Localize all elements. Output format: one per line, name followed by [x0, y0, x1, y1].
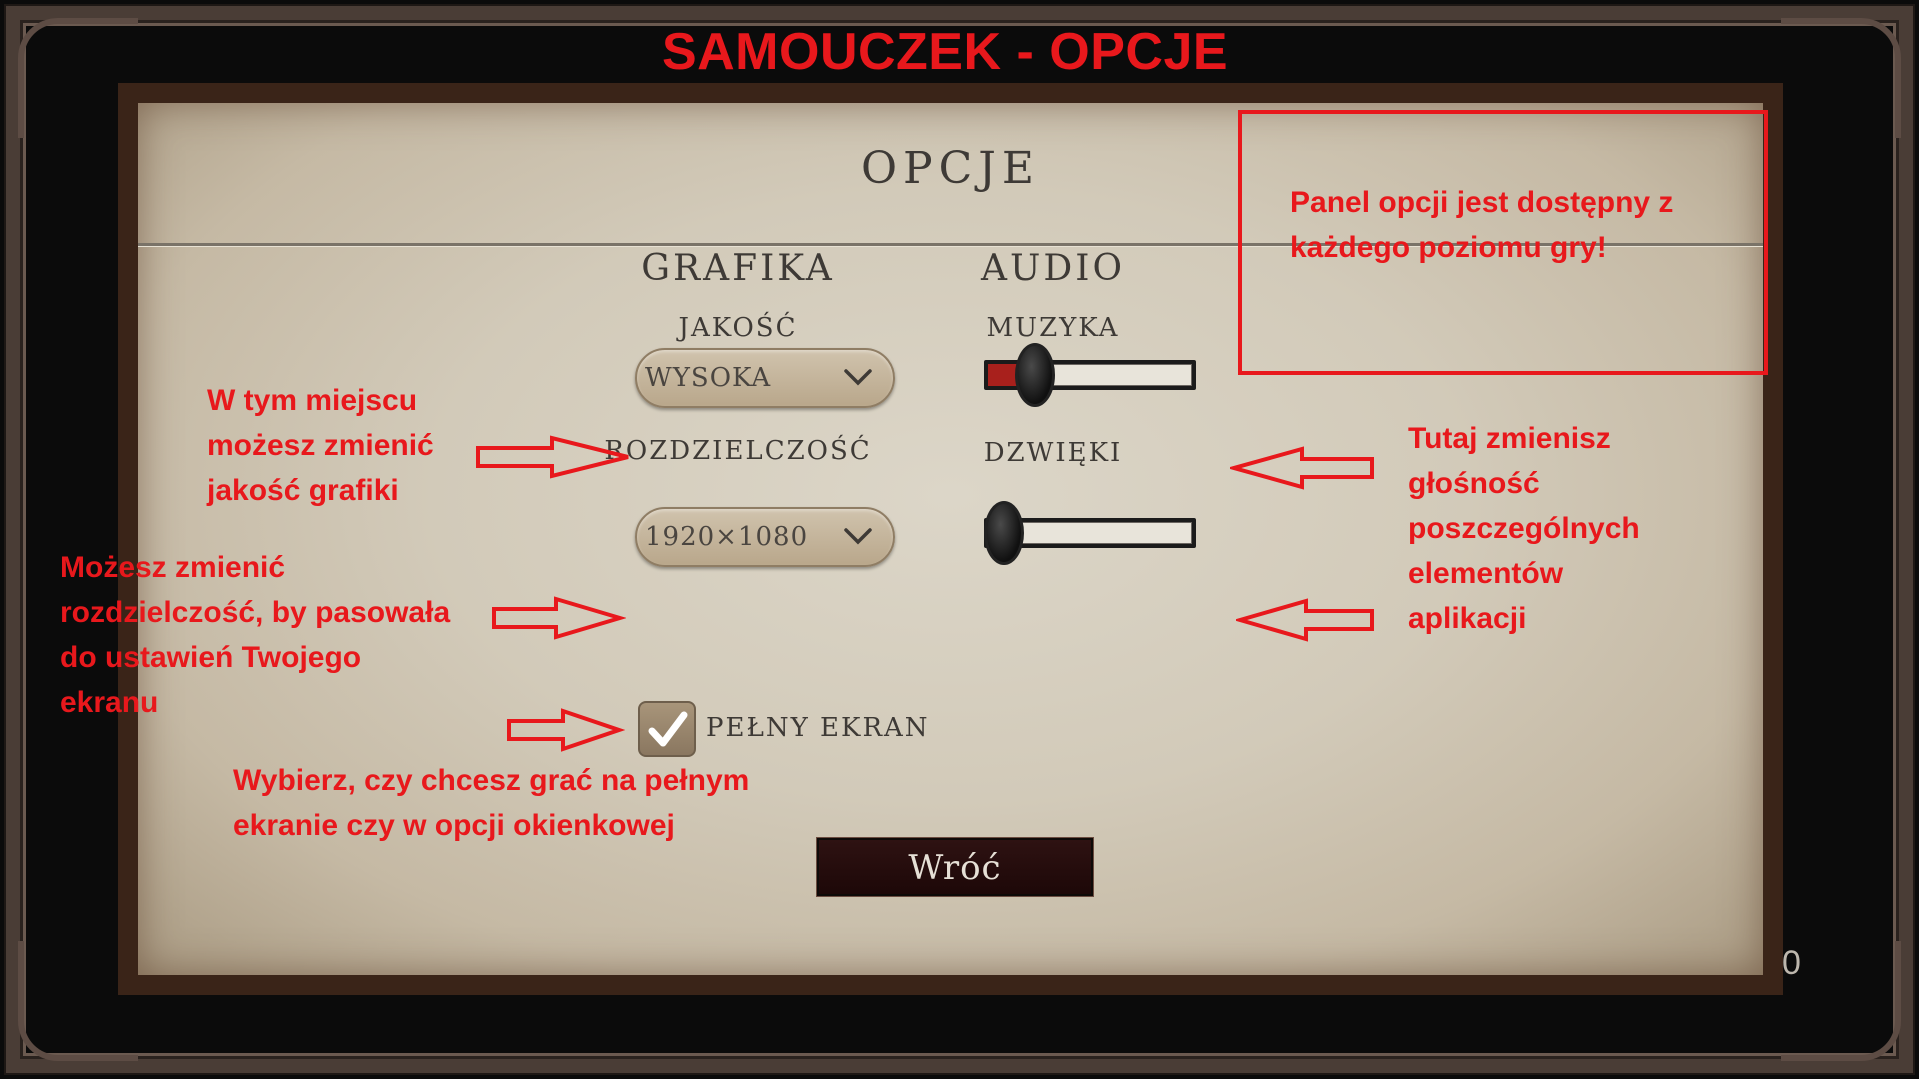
quality-value: WYSOKA	[645, 363, 772, 393]
checkmark-icon	[648, 711, 688, 747]
chevron-down-icon	[844, 528, 872, 545]
resolution-value: 1920×1080	[645, 522, 809, 552]
chevron-down-icon	[844, 369, 872, 386]
stray-counter-text: 0	[1782, 944, 1801, 982]
arrow-left-icon	[1236, 598, 1374, 642]
back-button-label: Wróć	[908, 848, 1002, 888]
sounds-volume-slider[interactable]	[984, 501, 1196, 565]
back-button[interactable]: Wróć	[817, 838, 1093, 896]
tutorial-title: SAMOUCZEK - OPCJE	[661, 23, 1229, 81]
arrow-right-icon	[507, 708, 625, 752]
resolution-label: ROZDZIELCZOŚĆ	[604, 436, 872, 466]
annotation-audio: Tutaj zmienisz głośność poszczególnych e…	[1408, 422, 1640, 635]
audio-heading: AUDIO	[981, 248, 1125, 289]
annotation-callout: Panel opcji jest dostępny z każdego pozi…	[1290, 186, 1674, 264]
slider-knob[interactable]	[1015, 343, 1055, 407]
graphics-heading: GRAFIKA	[641, 248, 835, 289]
sounds-label: DZWIĘKI	[983, 438, 1123, 468]
music-label: MUZYKA	[986, 313, 1120, 343]
slider-knob[interactable]	[984, 501, 1024, 565]
quality-label: JAKOŚĆ	[678, 313, 798, 343]
arrow-right-icon	[492, 596, 626, 640]
resolution-dropdown[interactable]: 1920×1080	[635, 507, 895, 567]
annotation-fullscreen: Wybierz, czy chcesz grać na pełnym ekran…	[233, 764, 750, 842]
fullscreen-label: PEŁNY EKRAN	[706, 713, 930, 743]
quality-dropdown[interactable]: WYSOKA	[635, 348, 895, 408]
fullscreen-checkbox[interactable]	[638, 701, 696, 757]
arrow-right-icon	[476, 435, 629, 479]
music-volume-slider[interactable]	[984, 343, 1196, 407]
annotation-quality: W tym miejscu możesz zmienić jakość graf…	[207, 384, 434, 507]
arrow-left-icon	[1230, 446, 1374, 490]
annotation-resolution: Możesz zmienić rozdzielczość, by pasował…	[60, 551, 451, 719]
